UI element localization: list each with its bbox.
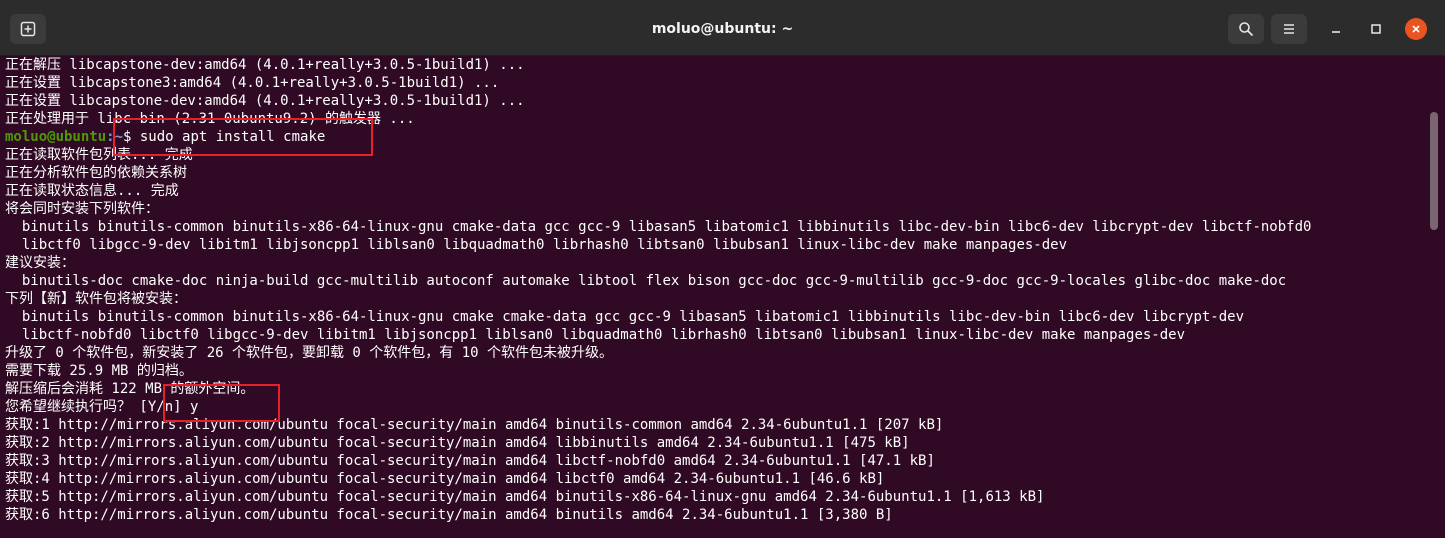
maximize-button[interactable]: [1363, 16, 1389, 42]
output-line: libctf0 libgcc-9-dev libitm1 libjsoncpp1…: [5, 237, 1068, 253]
minimize-button[interactable]: [1323, 16, 1349, 42]
scrollbar-thumb[interactable]: [1430, 112, 1438, 230]
output-line: 获取:6 http://mirrors.aliyun.com/ubuntu fo…: [5, 507, 893, 523]
window-titlebar: moluo@ubuntu: ~: [0, 0, 1445, 56]
output-line: binutils binutils-common binutils-x86-64…: [5, 309, 1245, 325]
output-line: 获取:4 http://mirrors.aliyun.com/ubuntu fo…: [5, 471, 885, 487]
output-line: 获取:5 http://mirrors.aliyun.com/ubuntu fo…: [5, 489, 1045, 505]
terminal-output[interactable]: 正在解压 libcapstone-dev:amd64 (4.0.1+really…: [0, 56, 1424, 538]
output-line: 正在解压 libcapstone-dev:amd64 (4.0.1+really…: [5, 57, 525, 73]
search-button[interactable]: [1228, 14, 1264, 44]
terminal-scrollbar[interactable]: [1424, 56, 1445, 538]
prompt-line: moluo@ubuntu:~$ sudo apt install cmake: [5, 128, 1424, 146]
maximize-icon: [1371, 24, 1381, 34]
output-line: 正在设置 libcapstone3:amd64 (4.0.1+really+3.…: [5, 75, 500, 91]
output-line: 正在读取软件包列表... 完成: [5, 147, 193, 163]
close-button[interactable]: [1405, 18, 1427, 40]
search-icon: [1239, 22, 1254, 37]
output-line: 需要下载 25.9 MB 的归档。: [5, 363, 193, 379]
output-line: libctf-nobfd0 libctf0 libgcc-9-dev libit…: [5, 327, 1186, 343]
output-line: 获取:2 http://mirrors.aliyun.com/ubuntu fo…: [5, 435, 910, 451]
prompt-symbol: $: [123, 129, 140, 145]
close-icon: [1412, 25, 1420, 33]
output-line: 正在分析软件包的依赖关系树: [5, 165, 187, 181]
output-line: 正在读取状态信息... 完成: [5, 183, 179, 199]
output-line: 获取:1 http://mirrors.aliyun.com/ubuntu fo…: [5, 417, 944, 433]
output-line: 获取:3 http://mirrors.aliyun.com/ubuntu fo…: [5, 453, 935, 469]
output-line: 正在处理用于 libc-bin (2.31-0ubuntu9.2) 的触发器 .…: [5, 111, 415, 127]
output-line: 解压缩后会消耗 122 MB 的额外空间。: [5, 381, 255, 397]
output-line: 将会同时安装下列软件：: [5, 201, 159, 217]
menu-button[interactable]: [1271, 14, 1307, 44]
output-line: 正在设置 libcapstone-dev:amd64 (4.0.1+really…: [5, 93, 525, 109]
output-line: binutils binutils-common binutils-x86-64…: [5, 219, 1312, 235]
output-line: 您希望继续执行吗？ [Y/n] y: [5, 399, 199, 415]
hamburger-menu-icon: [1284, 24, 1294, 34]
prompt-user-host: moluo@ubuntu: [5, 129, 107, 145]
output-line: 升级了 0 个软件包，新安装了 26 个软件包，要卸载 0 个软件包，有 10 …: [5, 345, 613, 361]
output-line: binutils-doc cmake-doc ninja-build gcc-m…: [5, 273, 1287, 289]
minimize-icon: [1332, 31, 1340, 33]
output-line: 下列【新】软件包将被安装：: [5, 291, 187, 307]
output-line: 建议安装：: [5, 255, 75, 271]
command-text: sudo apt install cmake: [139, 129, 326, 145]
prompt-path: :~: [106, 129, 124, 145]
